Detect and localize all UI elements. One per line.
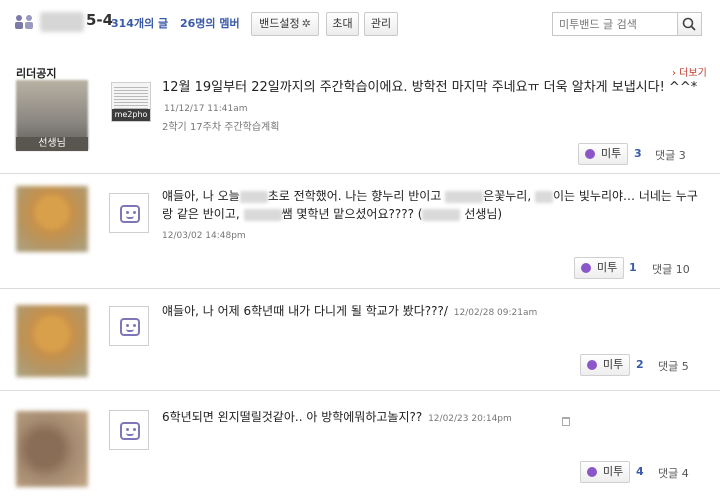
metoo-icon [587, 360, 597, 370]
comments-link[interactable]: 댓글 3 [655, 147, 686, 163]
divider [0, 288, 720, 289]
comments-link[interactable]: 댓글 5 [658, 358, 689, 374]
thumbnail-preview [114, 85, 148, 109]
post-text[interactable]: 6학년되면 왼지떨릴것같아.. 아 방학에뭐하고놀지?? 12/02/23 20… [162, 408, 702, 428]
gear-icon: ✲ [301, 17, 311, 30]
member-count[interactable]: 26명의 멤버 [180, 15, 240, 31]
photo-thumbnail[interactable]: me2pho [111, 82, 151, 122]
notice-timestamp: 11/12/17 11:41am [164, 104, 248, 114]
avatar[interactable] [16, 186, 88, 252]
search-button[interactable] [677, 12, 702, 36]
manage-button[interactable]: 관리 [364, 12, 398, 36]
thumbnail-label: me2pho [112, 109, 150, 121]
post-timestamp: 12/03/02 14:48pm [162, 231, 246, 241]
band-name-redacted [40, 12, 84, 32]
comments-link[interactable]: 댓글 4 [658, 465, 689, 481]
app-icon [109, 410, 149, 450]
more-link[interactable]: › 더보기 [672, 64, 707, 79]
post-timestamp: 12/02/28 09:21am [453, 308, 538, 318]
post-text[interactable]: 얘들아, 나 어제 6학년때 내가 다니게 될 학교가 봤다???/ 12/02… [162, 302, 702, 322]
metoo-button[interactable]: 미투 [574, 257, 625, 279]
metoo-button[interactable]: 미투 [580, 461, 631, 483]
notice-subtitle[interactable]: 2학기 17주차 주간학습계획 [162, 118, 279, 133]
post-count[interactable]: 314개의 글 [111, 15, 168, 31]
band-settings-button[interactable]: 밴드설정 ✲ [251, 12, 319, 36]
metoo-count[interactable]: 4 [636, 465, 644, 478]
robot-icon [120, 318, 140, 336]
avatar[interactable] [16, 305, 88, 377]
robot-icon [120, 205, 140, 223]
search-icon [682, 17, 696, 31]
avatar[interactable] [16, 411, 88, 487]
divider [0, 173, 720, 174]
post-timestamp: 12/02/23 20:14pm [428, 414, 512, 424]
band-header: 5-4 314개의 글 26명의 멤버 밴드설정 ✲ 초대 관리 [0, 0, 720, 48]
leader-notice-title: 리더공지 [16, 67, 57, 80]
metoo-button[interactable]: 미투 [578, 143, 629, 165]
notice-text[interactable]: 12월 19일부터 22일까지의 주간학습이에요. 방학전 마지막 주네요ㅠ 더… [162, 78, 702, 119]
metoo-count[interactable]: 3 [634, 147, 642, 160]
invite-button[interactable]: 초대 [326, 12, 359, 36]
metoo-icon [587, 467, 597, 477]
divider [0, 390, 720, 391]
metoo-count[interactable]: 1 [629, 261, 637, 274]
members-icon [15, 15, 33, 29]
robot-icon [120, 422, 140, 440]
metoo-count[interactable]: 2 [636, 358, 644, 371]
metoo-icon [585, 149, 595, 159]
search-input[interactable] [552, 12, 677, 36]
avatar-caption: 선생님 [16, 137, 88, 151]
band-name[interactable]: 5-4 [86, 11, 113, 29]
metoo-icon [581, 263, 591, 273]
metoo-button[interactable]: 미투 [580, 354, 631, 376]
comments-link[interactable]: 댓글 10 [652, 261, 690, 277]
post-text[interactable]: 얘들아, 나 오늘 초로 전학했어. 나는 향누리 반이고 은꽃누리, 이는 빛누… [162, 187, 702, 223]
app-icon [109, 306, 149, 346]
app-icon [109, 193, 149, 233]
trash-icon[interactable] [562, 417, 570, 426]
